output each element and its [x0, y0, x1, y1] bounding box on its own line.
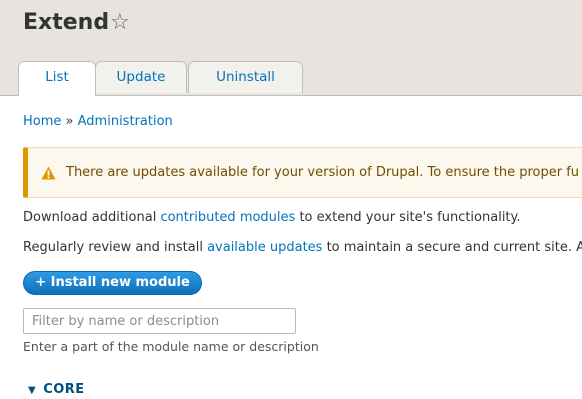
install-new-module-button[interactable]: + Install new module	[23, 271, 202, 295]
module-filter-input[interactable]	[23, 308, 296, 334]
contributed-modules-text: Download additional contributed modules …	[23, 209, 521, 226]
package-core-toggle[interactable]: ▼ CORE	[28, 381, 85, 399]
triangle-down-icon: ▼	[28, 385, 37, 396]
breadcrumb-administration-link[interactable]: Administration	[78, 114, 173, 129]
contributed-modules-link[interactable]: contributed modules	[160, 210, 295, 225]
filter-help-text: Enter a part of the module name or descr…	[23, 339, 319, 354]
available-updates-text: Regularly review and install available u…	[23, 239, 582, 256]
breadcrumb-home-link[interactable]: Home	[23, 114, 61, 129]
para2-text-start: Regularly review and install	[23, 240, 208, 255]
warning-message: There are updates available for your ver…	[23, 147, 582, 198]
para1-text-end: to extend your site's functionality.	[295, 210, 521, 225]
star-outline-icon[interactable]: ☆	[110, 10, 130, 36]
page-title: Extend	[23, 10, 110, 35]
para1-text-start: Download additional	[23, 210, 161, 225]
para2-text-end: to maintain a secure and current site. A	[322, 240, 582, 255]
warning-text: There are updates available for your ver…	[66, 165, 580, 180]
tab-list[interactable]: List	[18, 61, 96, 96]
breadcrumb: Home » Administration	[23, 113, 173, 130]
available-updates-link[interactable]: available updates	[207, 240, 322, 255]
breadcrumb-separator: »	[65, 114, 74, 129]
tab-uninstall[interactable]: Uninstall	[188, 61, 303, 93]
page-header: Extend ☆ List Update Uninstall	[0, 0, 582, 96]
tab-update[interactable]: Update	[95, 61, 187, 93]
warning-triangle-icon	[41, 166, 56, 180]
